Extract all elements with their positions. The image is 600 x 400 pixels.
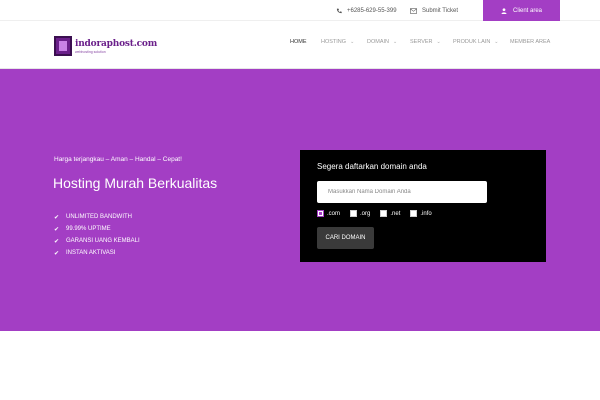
tld-label: .org xyxy=(360,210,371,217)
nav-item-produk-lain[interactable]: PRODUK LAIN ⌄ xyxy=(453,39,499,45)
main-header: indoraphost.com webhosting solution xyxy=(0,21,600,69)
tld-checkbox-com[interactable] xyxy=(317,210,324,217)
nav-item-domain[interactable]: DOMAIN ⌄ xyxy=(367,39,397,45)
phone-icon xyxy=(336,8,342,13)
feature-item: ✔ 99.99% UPTIME xyxy=(54,223,140,235)
chevron-down-icon: ⌄ xyxy=(350,39,355,45)
feature-label: GARANSI UANG KEMBALI xyxy=(66,238,140,244)
feature-item: ✔ INSTAN AKTIVASI xyxy=(54,247,140,259)
nav-item-member-area[interactable]: MEMBER AREA xyxy=(510,39,550,45)
hero-headline: Hosting Murah Berkualitas xyxy=(53,175,218,191)
client-area-label: Client area xyxy=(512,7,542,14)
domain-search-panel: Segera daftarkan domain anda .com .org .… xyxy=(300,150,546,262)
submit-ticket-link[interactable]: Submit Ticket xyxy=(410,0,458,21)
tld-option-org[interactable]: .org xyxy=(350,210,370,217)
domain-search-title: Segera daftarkan domain anda xyxy=(317,162,427,171)
tld-label: .info xyxy=(420,210,432,217)
domain-search-input[interactable] xyxy=(317,181,487,203)
user-icon xyxy=(501,7,507,14)
tld-checkbox-info[interactable] xyxy=(410,210,418,217)
logo-mark xyxy=(54,36,72,56)
nav-item-hosting[interactable]: HOSTING ⌄ xyxy=(321,39,354,45)
logo-tagline: webhosting solution xyxy=(75,49,106,54)
tld-option-com[interactable]: .com xyxy=(317,210,340,217)
tld-label: .net xyxy=(390,210,401,217)
nav-item-label: DOMAIN xyxy=(367,39,389,45)
nav-item-label: HOSTING xyxy=(321,39,347,45)
chevron-down-icon: ⌄ xyxy=(494,39,499,45)
tld-options: .com .org .net .info xyxy=(317,210,442,217)
tld-checkbox-net[interactable] xyxy=(380,210,388,217)
site-logo[interactable]: indoraphost.com webhosting solution xyxy=(54,33,157,59)
phone-number: +6285-629-55-399 xyxy=(347,7,397,14)
tld-label: .com xyxy=(327,210,341,217)
nav-item-server[interactable]: SERVER ⌄ xyxy=(410,39,441,45)
hero-section: Harga terjangkau – Aman – Handal – Cepat… xyxy=(0,69,600,331)
logo-text: indoraphost.com webhosting solution xyxy=(75,39,157,54)
nav-item-home[interactable]: HOME xyxy=(290,39,307,45)
feature-label: 99.99% UPTIME xyxy=(66,226,111,232)
check-icon: ✔ xyxy=(54,214,60,221)
tld-option-net[interactable]: .net xyxy=(380,210,400,217)
chevron-down-icon: ⌄ xyxy=(436,39,441,45)
feature-label: UNLIMITED BANDWITH xyxy=(66,214,132,220)
feature-item: ✔ UNLIMITED BANDWITH xyxy=(54,211,140,223)
envelope-icon xyxy=(410,7,417,14)
hero-tagline: Harga terjangkau – Aman – Handal – Cepat… xyxy=(54,156,182,163)
check-icon: ✔ xyxy=(54,226,60,233)
nav-item-label: HOME xyxy=(290,39,307,45)
submit-ticket-label: Submit Ticket xyxy=(422,7,459,14)
check-icon: ✔ xyxy=(54,238,60,245)
chevron-down-icon: ⌄ xyxy=(393,39,398,45)
feature-label: INSTAN AKTIVASI xyxy=(66,250,116,256)
nav-item-label: PRODUK LAIN xyxy=(453,39,491,45)
logo-name: indoraphost.com xyxy=(75,38,158,49)
top-bar: +6285-629-55-399 Submit Ticket Client ar… xyxy=(0,0,600,21)
search-domain-button[interactable]: CARI DOMAIN xyxy=(317,227,374,249)
client-area-button[interactable]: Client area xyxy=(483,0,560,21)
phone-contact[interactable]: +6285-629-55-399 xyxy=(336,0,397,21)
feature-item: ✔ GARANSI UANG KEMBALI xyxy=(54,235,140,247)
tld-checkbox-org[interactable] xyxy=(350,210,358,217)
nav-item-label: SERVER xyxy=(410,39,433,45)
feature-list: ✔ UNLIMITED BANDWITH ✔ 99.99% UPTIME ✔ GARA… xyxy=(54,211,140,259)
tld-option-info[interactable]: .info xyxy=(410,210,432,217)
check-icon: ✔ xyxy=(54,250,60,257)
nav-item-label: MEMBER AREA xyxy=(510,39,551,45)
